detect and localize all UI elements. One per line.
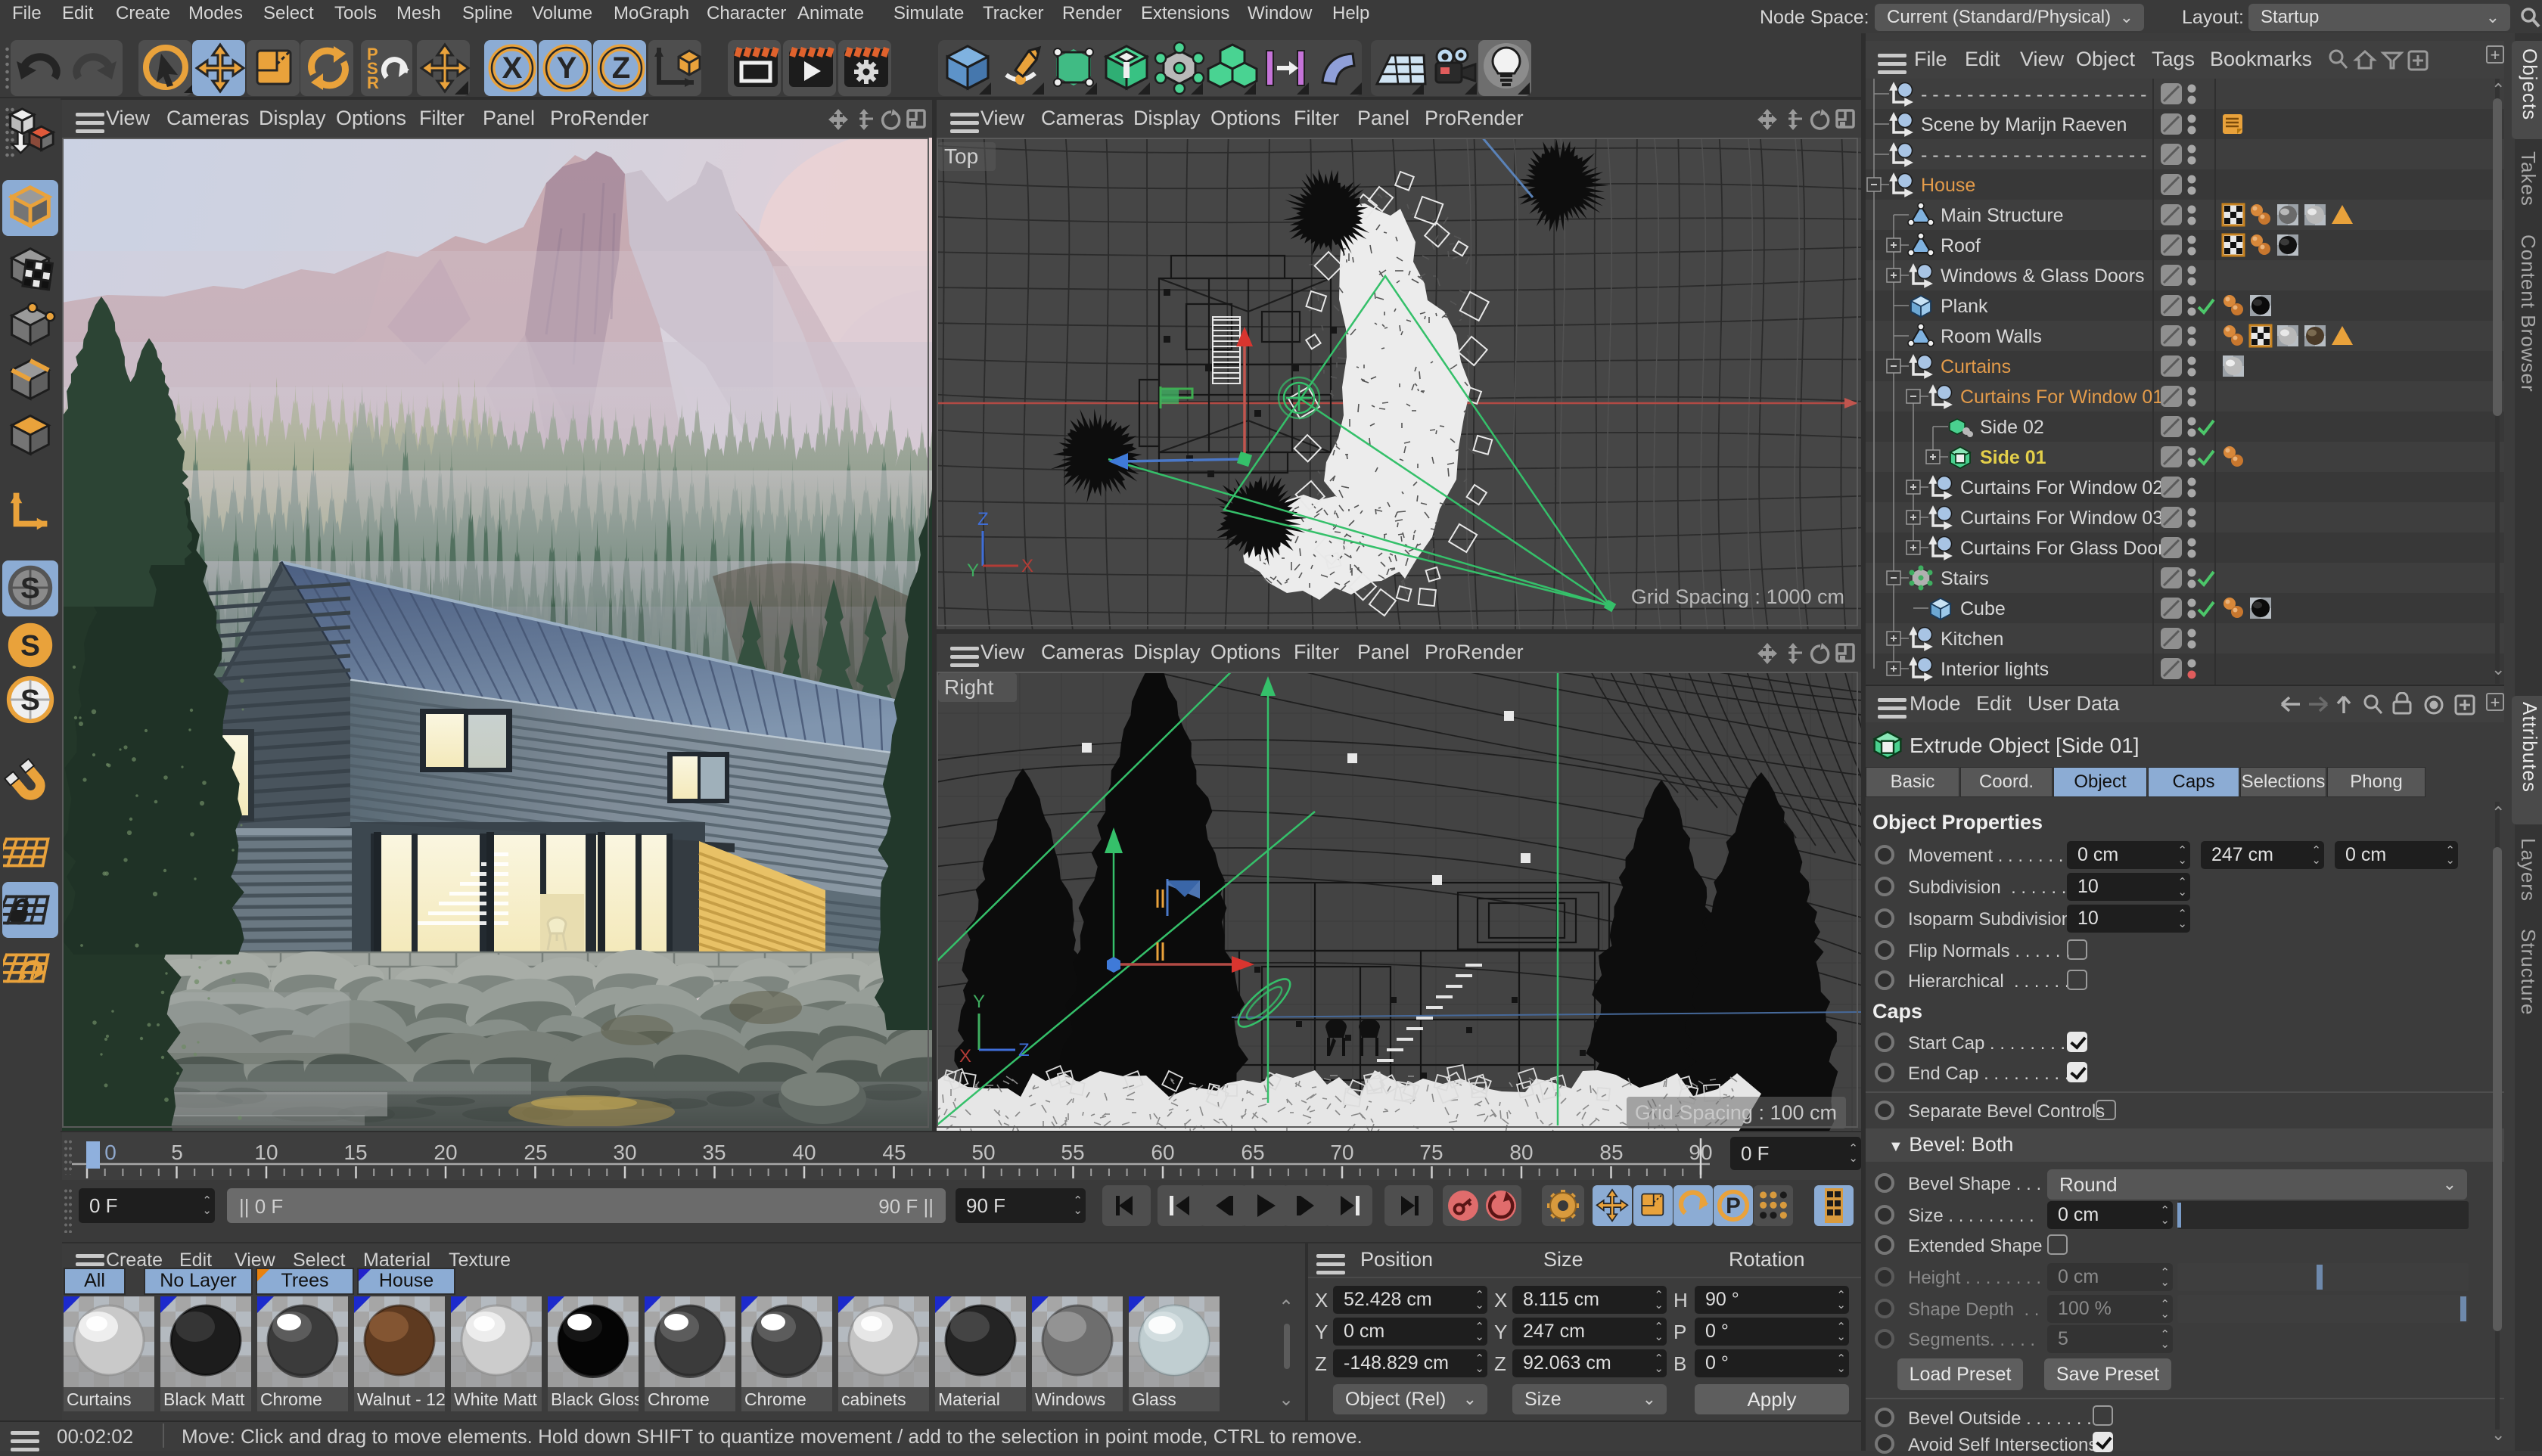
svg-text:Side 02: Side 02: [1980, 417, 2044, 438]
svg-text:40: 40: [792, 1141, 816, 1164]
svg-text:- - - - - - - - - - - - - - -: - - - - - - - - - - - - - - - - - - - -: [1921, 84, 2146, 105]
svg-text:Curtains For Glass Doors: Curtains For Glass Doors: [1960, 538, 2174, 559]
svg-text:15: 15: [343, 1141, 367, 1164]
svg-text:X: X: [502, 51, 523, 85]
svg-text:S: S: [20, 630, 40, 663]
svg-text:70: 70: [1330, 1141, 1353, 1164]
svg-text:Plank: Plank: [1941, 296, 1988, 317]
svg-text:Curtains: Curtains: [1941, 356, 2011, 377]
svg-text:Scene by Marijn Raeven: Scene by Marijn Raeven: [1921, 114, 2127, 135]
svg-text:Cube: Cube: [1960, 598, 2006, 619]
svg-text:Y: Y: [557, 51, 577, 85]
svg-text:- - - - - - - - - - - - - - -: - - - - - - - - - - - - - - - - - - - -: [1921, 144, 2146, 166]
svg-text:65: 65: [1241, 1141, 1264, 1164]
svg-text:Curtains For Window 02: Curtains For Window 02: [1960, 477, 2163, 498]
svg-text:S: S: [20, 573, 40, 605]
svg-text:Interior lights: Interior lights: [1941, 659, 2049, 680]
svg-text:45: 45: [882, 1141, 906, 1164]
svg-text:P: P: [1726, 1194, 1741, 1219]
svg-text:35: 35: [702, 1141, 726, 1164]
svg-text:10: 10: [254, 1141, 278, 1164]
svg-text:S: S: [20, 685, 40, 717]
svg-text:75: 75: [1419, 1141, 1443, 1164]
svg-text:25: 25: [524, 1141, 547, 1164]
svg-text:Kitchen: Kitchen: [1941, 629, 2003, 650]
svg-text:Z: Z: [612, 51, 630, 85]
svg-text:Room Walls: Room Walls: [1941, 326, 2042, 347]
svg-text:55: 55: [1061, 1141, 1084, 1164]
svg-text:Curtains For Window 03: Curtains For Window 03: [1960, 508, 2163, 529]
svg-text:Stairs: Stairs: [1941, 568, 1989, 589]
svg-text:85: 85: [1599, 1141, 1623, 1164]
svg-text:50: 50: [971, 1141, 995, 1164]
svg-text:30: 30: [613, 1141, 636, 1164]
svg-text:House: House: [1921, 175, 1975, 196]
svg-text:Curtains For Window 01: Curtains For Window 01: [1960, 387, 2163, 408]
svg-text:Main Structure: Main Structure: [1941, 205, 2064, 226]
svg-text:60: 60: [1151, 1141, 1174, 1164]
svg-text:0: 0: [104, 1141, 117, 1164]
svg-text:5: 5: [171, 1141, 183, 1164]
svg-text:Windows & Glass Doors: Windows & Glass Doors: [1941, 265, 2145, 287]
svg-text:Roof: Roof: [1941, 235, 1981, 256]
svg-text:Side 01: Side 01: [1980, 447, 2046, 468]
svg-text:80: 80: [1509, 1141, 1533, 1164]
svg-text:20: 20: [434, 1141, 457, 1164]
